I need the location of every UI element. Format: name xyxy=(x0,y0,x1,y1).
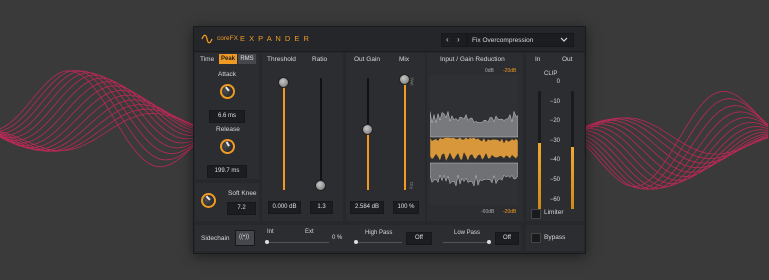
ratio-track[interactable] xyxy=(320,78,322,190)
sidechain-listen-button[interactable]: ((•)) xyxy=(235,230,255,246)
sine-wave-icon xyxy=(201,34,213,44)
threshold-ratio-panel: Threshold Ratio 0.000 dB 1.3 xyxy=(262,53,343,221)
sidechain-slider-track[interactable] xyxy=(265,242,329,243)
wave-lines-left xyxy=(0,69,201,168)
out-gain-label: Out Gain xyxy=(354,56,381,63)
meter-scale-tick: −60 xyxy=(549,196,560,203)
wave-line xyxy=(579,111,769,190)
expander-plugin-window: coreFX E X P A N D E R ‹ › Fix Overcompr… xyxy=(193,26,586,254)
out-gain-value[interactable]: 2.584 dB xyxy=(350,201,384,214)
wave-line xyxy=(579,117,769,159)
high-pass-value[interactable]: Off xyxy=(406,232,432,245)
soft-knee-knob[interactable] xyxy=(197,189,220,212)
clip-indicator[interactable]: CLIP xyxy=(544,71,557,77)
wave-line xyxy=(579,117,769,189)
high-pass-label: High Pass xyxy=(365,230,393,236)
mix-slider-thumb[interactable] xyxy=(399,73,410,85)
sidechain-label: Sidechain xyxy=(201,235,230,242)
sidechain-ext-label: Ext xyxy=(305,229,314,235)
wave-line xyxy=(0,89,201,149)
wave-line xyxy=(579,117,769,155)
mix-value[interactable]: 100 % xyxy=(393,201,419,214)
mix-dry-mark: Dry xyxy=(409,182,414,189)
soft-knee-panel: Soft Knee 7.2 xyxy=(195,183,259,221)
release-value[interactable]: 199.7 ms xyxy=(207,165,247,178)
soft-knee-value[interactable]: 7.2 xyxy=(227,202,256,215)
chevron-down-icon xyxy=(560,37,568,42)
graph-top-db-accent: -20dB xyxy=(503,68,517,74)
low-pass-label: Low Pass xyxy=(454,230,481,236)
threshold-fill xyxy=(283,81,285,190)
sidechain-value[interactable]: 0 % xyxy=(332,235,342,241)
high-pass-track[interactable] xyxy=(354,242,402,243)
brand-name: coreFX xyxy=(217,35,238,42)
bypass-checkbox[interactable] xyxy=(531,233,541,243)
input-meter xyxy=(538,91,541,209)
threshold-label: Threshold xyxy=(267,56,296,63)
meter-scale-tick: −40 xyxy=(549,157,560,164)
low-pass-value[interactable]: Off xyxy=(495,232,519,245)
meter-in-label: In xyxy=(535,56,541,63)
gain-reduction-graph-panel: Input / Gain Reduction 0dB -20dB -60dB -… xyxy=(427,53,523,221)
low-pass-track[interactable] xyxy=(443,242,491,243)
low-pass-thumb[interactable] xyxy=(487,240,491,244)
sidechain-int-label: Int xyxy=(267,229,274,235)
meter-out-label: Out xyxy=(562,56,573,63)
level-meter-panel: In Out CLIP 0 −10 −20 −30 −40 −50 −60 Limiter xyxy=(526,53,584,221)
high-pass-thumb[interactable] xyxy=(354,240,358,244)
filter-bar: Sidechain ((•)) Int Ext 0 % High Pass Of… xyxy=(195,225,521,251)
mix-label: Mix xyxy=(399,56,410,63)
wave-lines-right xyxy=(579,90,769,190)
meter-scale-tick: −10 xyxy=(549,98,560,105)
plugin-header: coreFX E X P A N D E R ‹ › Fix Overcompr… xyxy=(194,27,585,52)
meter-scale-tick: −50 xyxy=(549,177,560,183)
preset-dropdown[interactable]: Fix Overcompression xyxy=(467,33,574,47)
meter-scale-tick: −20 xyxy=(549,118,560,125)
rms-button[interactable]: RMS xyxy=(238,54,256,64)
wave-line xyxy=(579,90,769,187)
gain-mix-panel: Out Gain Mix Wet Dry 2.584 dB 100 % xyxy=(346,53,425,221)
ratio-value[interactable]: 1.3 xyxy=(310,201,333,214)
plugin-title: E X P A N D E R xyxy=(240,34,310,43)
ratio-slider-thumb[interactable] xyxy=(315,179,326,191)
out-gain-fill xyxy=(367,128,369,190)
preset-nav: ‹ › xyxy=(441,33,467,47)
soft-knee-label: Soft Knee xyxy=(228,190,257,197)
mix-fill xyxy=(404,78,406,190)
output-meter-fill xyxy=(571,147,574,209)
release-label: Release xyxy=(216,126,240,133)
attack-label: Attack xyxy=(218,71,237,78)
bypass-panel: Bypass xyxy=(526,225,584,251)
out-gain-slider-thumb[interactable] xyxy=(362,123,373,135)
time-label: Time xyxy=(200,56,215,63)
preset-name: Fix Overcompression xyxy=(472,37,534,44)
threshold-slider-thumb[interactable] xyxy=(278,76,289,88)
attack-knob[interactable] xyxy=(216,80,239,103)
prev-preset-icon[interactable]: ‹ xyxy=(446,35,449,44)
bypass-label: Bypass xyxy=(544,234,566,241)
next-preset-icon[interactable]: › xyxy=(457,35,460,44)
meter-scale-tick: 0 xyxy=(556,79,560,85)
threshold-value[interactable]: 0.000 dB xyxy=(268,201,301,214)
graph-bottom-db: -60dB xyxy=(481,209,495,215)
graph-bottom-db-accent: -20dB xyxy=(503,209,517,215)
ratio-label: Ratio xyxy=(312,56,328,63)
output-meter xyxy=(571,91,574,209)
peak-button[interactable]: Peak xyxy=(219,54,237,64)
broadcast-icon: ((•)) xyxy=(239,234,250,240)
mix-wet-mark: Wet xyxy=(409,77,415,86)
input-meter-fill xyxy=(538,143,541,209)
graph-label: Input / Gain Reduction xyxy=(440,56,505,63)
limiter-checkbox[interactable] xyxy=(531,209,541,219)
attack-value[interactable]: 6.6 ms xyxy=(209,110,245,123)
limiter-label: Limiter xyxy=(544,209,564,216)
sidechain-slider-thumb[interactable] xyxy=(265,240,269,244)
gain-reduction-waveform xyxy=(430,75,518,205)
graph-top-db: 0dB xyxy=(485,68,494,74)
wave-line xyxy=(579,126,769,185)
release-knob[interactable] xyxy=(217,136,238,157)
time-panel: Time Peak RMS Attack 6.6 ms Release 199.… xyxy=(195,53,259,179)
wave-line xyxy=(579,123,769,177)
meter-scale-tick: −30 xyxy=(549,137,560,144)
